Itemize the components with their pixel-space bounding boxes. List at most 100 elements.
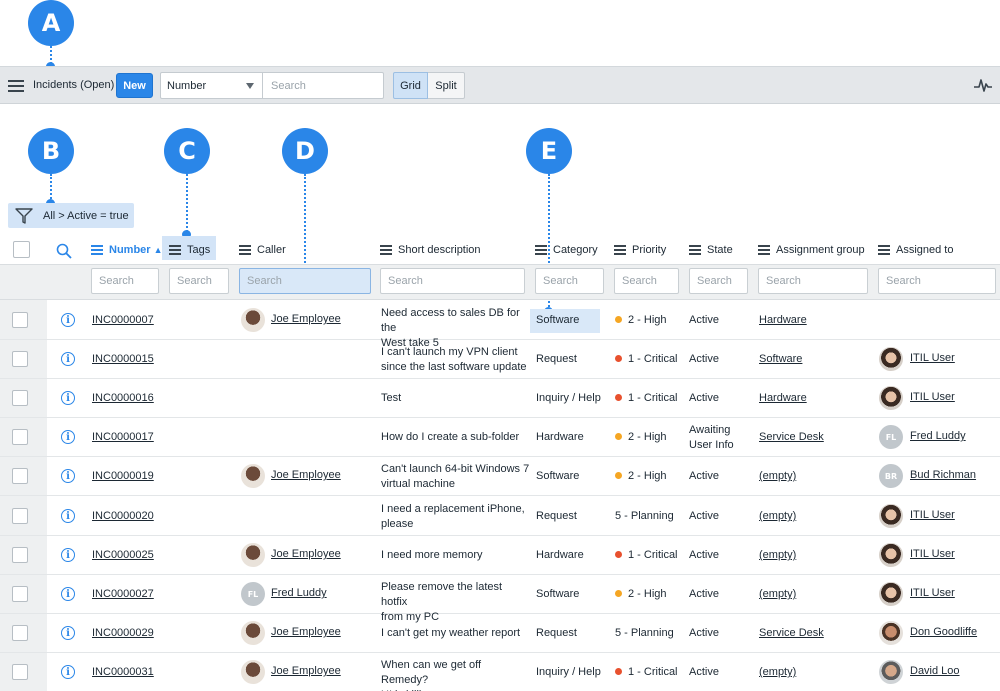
table-row[interactable]: i INC0000007 Joe Employee Need access to sa… [0,301,1000,349]
table-row[interactable]: i INC0000015 I can't launch my VPN client s… [0,340,1000,379]
incident-number-link[interactable]: INC0000017 [92,430,154,445]
assignment-group-link[interactable]: Hardware [759,313,807,328]
column-menu-icon[interactable] [758,245,770,255]
assignment-group-link[interactable]: Hardware [759,391,807,406]
assignment-group-link[interactable]: (empty) [759,665,796,680]
incident-number-link[interactable]: INC0000029 [92,626,154,641]
column-menu-icon[interactable] [380,245,392,255]
assignment-group-link[interactable]: (empty) [759,587,796,602]
row-checkbox[interactable] [12,429,28,445]
new-button[interactable]: New [116,73,153,98]
short-description-search-input[interactable]: Search [380,268,525,294]
table-row[interactable]: i INC0000020 I need a replacement iPhone, p… [0,497,1000,536]
search-icon[interactable] [56,243,72,259]
row-checkbox[interactable] [12,390,28,406]
row-checkbox[interactable] [12,625,28,641]
column-header-assigned-to[interactable]: Assigned to [878,240,953,260]
assigned-to-link[interactable]: Bud Richman [910,468,976,483]
assigned-to-link[interactable]: David Loo [910,664,960,679]
row-checkbox[interactable] [12,468,28,484]
number-search-input[interactable]: Search [91,268,159,294]
search-field-select[interactable]: Number [160,72,263,99]
table-row[interactable]: i INC0000027 FL Fred Luddy Please remove the… [0,575,1000,623]
caller-link[interactable]: Fred Luddy [271,586,327,601]
info-icon[interactable]: i [61,469,75,483]
caller-link[interactable]: Joe Employee [271,312,341,327]
assigned-to-search-input[interactable]: Search [878,268,996,294]
pulse-icon[interactable] [973,76,993,94]
assigned-to-link[interactable]: ITIL User [910,547,955,562]
column-menu-icon[interactable] [239,245,251,255]
column-header-caller[interactable]: Caller [239,240,286,260]
info-icon[interactable]: i [61,665,75,679]
assigned-to-link[interactable]: ITIL User [910,586,955,601]
table-row[interactable]: i INC0000029 Joe Employee I can't get my we… [0,614,1000,653]
column-header-assignment-group[interactable]: Assignment group [758,240,865,260]
grid-view-button[interactable]: Grid [393,72,428,99]
info-icon[interactable]: i [61,313,75,327]
incident-number-link[interactable]: INC0000020 [92,509,154,524]
caller-link[interactable]: Joe Employee [271,664,341,679]
table-row[interactable]: i INC0000025 Joe Employee I need more memor… [0,536,1000,575]
incident-number-link[interactable]: INC0000019 [92,469,154,484]
tags-search-input[interactable]: Search [169,268,229,294]
incident-number-link[interactable]: INC0000027 [92,587,154,602]
info-icon[interactable]: i [61,509,75,523]
row-checkbox[interactable] [12,351,28,367]
incident-number-link[interactable]: INC0000007 [92,313,154,328]
column-header-priority[interactable]: Priority [614,240,666,260]
column-menu-icon[interactable] [614,245,626,255]
state-search-input[interactable]: Search [689,268,748,294]
row-checkbox[interactable] [12,664,28,680]
caller-search-input[interactable]: Search [239,268,371,294]
split-view-button[interactable]: Split [428,72,465,99]
table-row[interactable]: i INC0000031 Joe Employee When can we get o… [0,653,1000,691]
incident-number-link[interactable]: INC0000015 [92,352,154,367]
category-search-input[interactable]: Search [535,268,604,294]
search-input[interactable]: Search [263,72,384,99]
column-menu-icon[interactable] [878,245,890,255]
assignment-group-link[interactable]: (empty) [759,509,796,524]
column-header-tags[interactable]: Tags [169,240,210,260]
column-menu-icon[interactable] [91,245,103,255]
caller-link[interactable]: Joe Employee [271,625,341,640]
assigned-to-link[interactable]: ITIL User [910,351,955,366]
assignment-group-link[interactable]: (empty) [759,469,796,484]
assignment-group-link[interactable]: Software [759,352,802,367]
assignment-group-link[interactable]: Service Desk [759,626,824,641]
column-menu-icon[interactable] [689,245,701,255]
table-row[interactable]: i INC0000019 Joe Employee Can't launch 64-b… [0,457,1000,496]
assignment-group-link[interactable]: Service Desk [759,430,824,445]
breadcrumb-text[interactable]: All > Active = true [43,210,129,222]
column-header-category[interactable]: Category [535,240,598,260]
column-menu-icon[interactable] [535,245,547,255]
info-icon[interactable]: i [61,548,75,562]
filter-icon[interactable] [14,207,34,225]
column-header-short-description[interactable]: Short description [380,240,481,260]
info-icon[interactable]: i [61,391,75,405]
row-checkbox[interactable] [12,547,28,563]
assigned-to-link[interactable]: ITIL User [910,390,955,405]
column-header-number[interactable]: Number ▲ [91,240,162,260]
assignment-group-search-input[interactable]: Search [758,268,868,294]
table-row[interactable]: i INC0000016 Test Inquiry / Help 1 - Critica… [0,379,1000,418]
incident-number-link[interactable]: INC0000031 [92,665,154,680]
assignment-group-link[interactable]: (empty) [759,548,796,563]
info-icon[interactable]: i [61,587,75,601]
filter-breadcrumb[interactable]: All > Active = true [8,203,134,228]
incident-number-link[interactable]: INC0000016 [92,391,154,406]
row-checkbox[interactable] [12,586,28,602]
hamburger-icon[interactable] [8,80,24,92]
assigned-to-link[interactable]: Don Goodliffe [910,625,977,640]
select-all-checkbox[interactable] [13,241,30,258]
info-icon[interactable]: i [61,430,75,444]
assigned-to-link[interactable]: ITIL User [910,508,955,523]
row-checkbox[interactable] [12,508,28,524]
info-icon[interactable]: i [61,352,75,366]
table-row[interactable]: i INC0000017 How do I create a sub-folder H… [0,418,1000,457]
assigned-to-link[interactable]: Fred Luddy [910,429,966,444]
caller-link[interactable]: Joe Employee [271,468,341,483]
incident-number-link[interactable]: INC0000025 [92,548,154,563]
caller-link[interactable]: Joe Employee [271,547,341,562]
priority-search-input[interactable]: Search [614,268,679,294]
